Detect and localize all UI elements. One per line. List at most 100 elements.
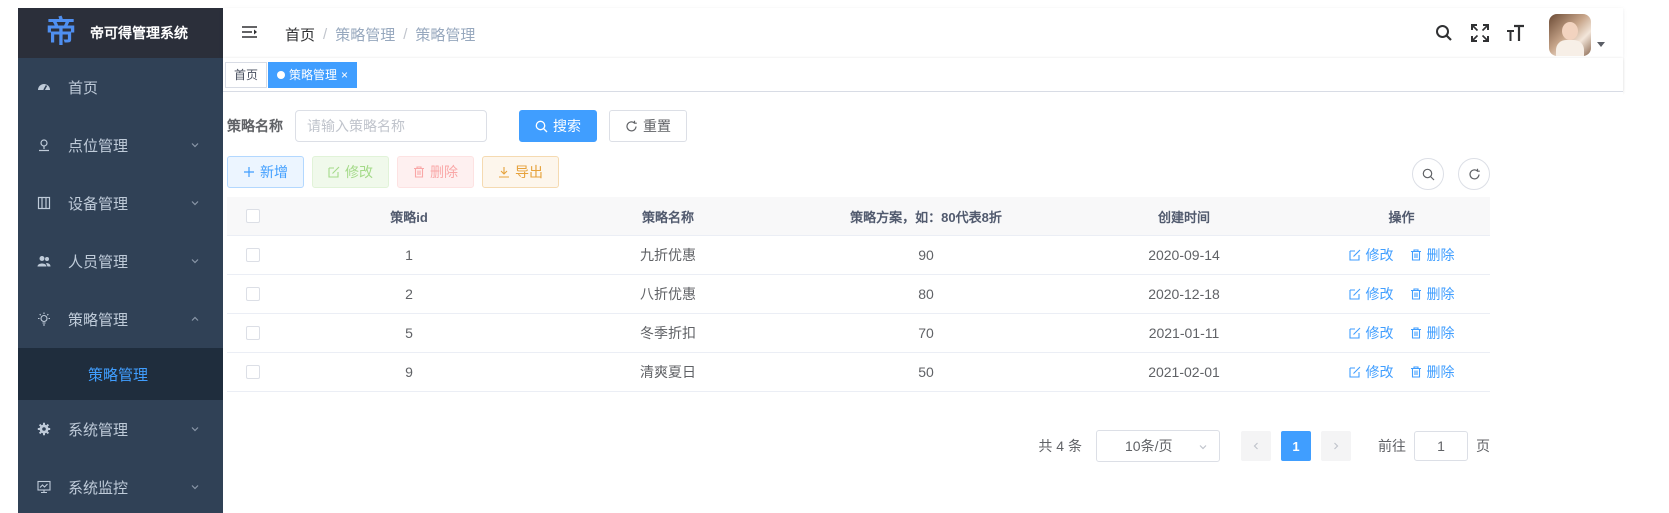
fullscreen-icon[interactable] — [1469, 22, 1491, 44]
lightbulb-icon — [36, 311, 52, 327]
row-edit-button[interactable]: 修改 — [1348, 245, 1394, 265]
sidebar: 帝 帝可得管理系统 首页 点位管理 设备管理 人员管理 策略管理 策略管理 系统… — [18, 8, 223, 513]
monitor-icon — [36, 479, 52, 495]
select-all-checkbox[interactable] — [246, 209, 260, 223]
strategy-name-label: 策略名称 — [227, 118, 283, 134]
pagination-total: 共 4 条 — [1038, 438, 1082, 454]
export-button[interactable]: 导出 — [482, 156, 559, 188]
dashboard-icon — [36, 79, 52, 95]
logo-bar[interactable]: 帝 帝可得管理系统 — [18, 8, 223, 58]
tag-strategy[interactable]: 策略管理 × — [268, 62, 358, 88]
font-size-icon[interactable] — [1505, 22, 1527, 44]
chevron-down-icon — [189, 139, 201, 151]
sidebar-item-strategy[interactable]: 策略管理 — [18, 290, 223, 348]
tag-home[interactable]: 首页 — [225, 62, 268, 88]
row-delete-button[interactable]: 删除 — [1410, 245, 1455, 265]
chevron-down-icon — [1197, 441, 1209, 453]
sidebar-subitem-strategy[interactable]: 策略管理 — [18, 348, 223, 400]
search-icon — [1422, 168, 1434, 180]
cell-id: 1 — [405, 247, 413, 263]
device-icon — [36, 195, 52, 211]
sidebar-item-home[interactable]: 首页 — [18, 58, 223, 116]
row-delete-button[interactable]: 删除 — [1410, 323, 1455, 343]
search-icon — [535, 120, 548, 132]
row-edit-button[interactable]: 修改 — [1348, 323, 1394, 343]
download-icon — [499, 167, 509, 178]
next-page-button[interactable] — [1321, 431, 1351, 461]
page-size-value: 10条/页 — [1125, 438, 1173, 454]
breadcrumb-home[interactable]: 首页 — [285, 24, 315, 45]
hamburger-icon[interactable] — [241, 24, 259, 42]
sidebar-item-label: 人员管理 — [68, 253, 129, 271]
cell-time: 2020-12-18 — [1148, 286, 1220, 302]
refresh-icon — [626, 120, 637, 131]
chevron-right-icon — [1334, 442, 1339, 450]
chevron-up-icon — [189, 313, 201, 325]
edit-button[interactable]: 修改 — [312, 156, 389, 188]
row-checkbox-cell — [227, 326, 279, 340]
row-edit-button[interactable]: 修改 — [1348, 362, 1394, 382]
refresh-button[interactable] — [1458, 158, 1490, 190]
prev-page-button[interactable] — [1241, 431, 1271, 461]
chevron-down-icon — [189, 197, 201, 209]
table-row: 1 九折优惠 90 2020-09-14 修改 删除 — [227, 236, 1490, 275]
navbar: 首页 / 策略管理 / 策略管理 — [223, 8, 1623, 58]
chevron-down-icon — [189, 255, 201, 267]
tags-view: 首页 策略管理 × — [223, 58, 1623, 92]
search-button[interactable]: 搜索 — [519, 110, 597, 142]
caret-down-icon[interactable] — [1597, 41, 1605, 47]
sidebar-item-label: 首页 — [68, 79, 99, 97]
edit-icon — [1348, 327, 1360, 339]
row-delete-button[interactable]: 删除 — [1410, 284, 1455, 304]
add-button[interactable]: 新增 — [227, 156, 304, 188]
row-delete-button[interactable]: 删除 — [1410, 362, 1455, 382]
page-suffix-label: 页 — [1476, 438, 1490, 454]
main-container: 策略名称 搜索 重置 新增 修改 删除 — [223, 92, 1623, 513]
sidebar-item-system[interactable]: 系统管理 — [18, 400, 223, 458]
delete-icon — [1410, 366, 1421, 378]
tag-label: 首页 — [234, 68, 259, 82]
avatar[interactable] — [1549, 14, 1591, 56]
edit-icon — [1348, 288, 1360, 300]
cell-id: 9 — [405, 364, 413, 380]
sidebar-item-monitor[interactable]: 系统监控 — [18, 458, 223, 513]
search-icon[interactable] — [1433, 22, 1455, 44]
add-button-label: 新增 — [260, 164, 288, 180]
sidebar-item-device[interactable]: 设备管理 — [18, 174, 223, 232]
breadcrumb: 首页 / 策略管理 / 策略管理 — [285, 24, 475, 45]
sidebar-item-label: 系统监控 — [68, 479, 129, 497]
chevron-left-icon — [1253, 442, 1258, 450]
delete-button[interactable]: 删除 — [397, 156, 474, 188]
page-size-select[interactable]: 10条/页 — [1096, 430, 1220, 462]
goto-page-input[interactable] — [1414, 431, 1468, 461]
delete-icon — [414, 166, 424, 178]
strategy-name-input[interactable] — [295, 110, 487, 142]
row-delete-label: 删除 — [1426, 286, 1455, 302]
row-delete-label: 删除 — [1426, 325, 1455, 341]
close-icon[interactable]: × — [341, 68, 348, 82]
reset-button[interactable]: 重置 — [609, 110, 687, 142]
cell-plan: 50 — [918, 364, 934, 380]
table-row: 9 清爽夏日 50 2021-02-01 修改 删除 — [227, 353, 1490, 392]
sidebar-item-people[interactable]: 人员管理 — [18, 232, 223, 290]
location-icon — [36, 137, 52, 153]
sidebar-item-location[interactable]: 点位管理 — [18, 116, 223, 174]
toggle-search-button[interactable] — [1412, 158, 1444, 190]
page-number-active[interactable]: 1 — [1281, 431, 1311, 461]
refresh-icon — [1468, 168, 1480, 179]
row-edit-button[interactable]: 修改 — [1348, 284, 1394, 304]
table-header-row: 策略id 策略名称 策略方案，如：80代表8折 创建时间 操作 — [227, 197, 1490, 236]
row-checkbox[interactable] — [246, 326, 260, 340]
row-edit-label: 修改 — [1365, 364, 1394, 380]
row-checkbox[interactable] — [246, 287, 260, 301]
sidebar-item-label: 点位管理 — [68, 137, 129, 155]
row-checkbox[interactable] — [246, 365, 260, 379]
people-icon — [36, 253, 52, 269]
column-header-plan: 策略方案，如：80代表8折 — [850, 209, 1002, 225]
tag-label: 策略管理 — [289, 68, 338, 82]
cell-name: 八折优惠 — [640, 286, 696, 302]
row-checkbox[interactable] — [246, 248, 260, 262]
search-button-label: 搜索 — [553, 118, 581, 134]
table-row: 2 八折优惠 80 2020-12-18 修改 删除 — [227, 275, 1490, 314]
sidebar-subitem-label: 策略管理 — [88, 366, 149, 384]
